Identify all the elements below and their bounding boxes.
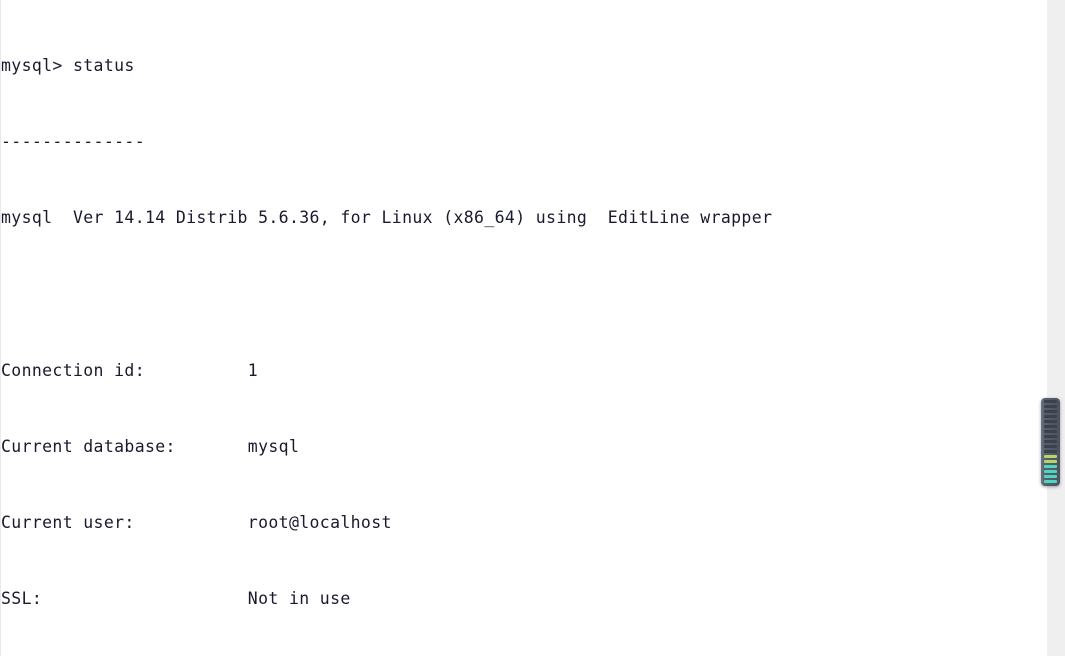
level-meter-segment: [1044, 455, 1057, 458]
level-meter-segment: [1044, 400, 1057, 403]
level-meter-segment: [1044, 440, 1057, 443]
level-meter-segment: [1044, 435, 1057, 438]
level-meter-segment: [1044, 480, 1057, 483]
level-meter-indicator[interactable]: [1041, 398, 1060, 486]
level-meter-segment: [1044, 420, 1057, 423]
level-meter-segment: [1044, 460, 1057, 463]
status-row-current-user: Current user: root@localhost: [1, 513, 392, 533]
command-line: mysql> status: [1, 55, 135, 75]
level-meter-segment: [1044, 450, 1057, 453]
level-meter-segment: [1044, 475, 1057, 478]
level-meter-segment: [1044, 445, 1057, 448]
level-meter-segment: [1044, 410, 1057, 413]
vertical-scrollbar[interactable]: [1047, 0, 1065, 656]
level-meter-segment: [1044, 430, 1057, 433]
terminal-window: mysql> status -------------- mysql Ver 1…: [0, 0, 1065, 656]
status-row-current-database: Current database: mysql: [1, 436, 300, 456]
status-row-connection-id: Connection id: 1: [1, 360, 259, 380]
version-banner: mysql Ver 14.14 Distrib 5.6.36, for Linu…: [1, 208, 773, 228]
level-meter-segment: [1044, 415, 1057, 418]
separator-top: --------------: [1, 132, 145, 152]
level-meter-segment: [1044, 465, 1057, 468]
level-meter-segment: [1044, 470, 1057, 473]
level-meter-segment: [1044, 405, 1057, 408]
console-output[interactable]: mysql> status -------------- mysql Ver 1…: [0, 0, 1047, 656]
status-row-ssl: SSL: Not in use: [1, 589, 351, 609]
level-meter-segment: [1044, 425, 1057, 428]
